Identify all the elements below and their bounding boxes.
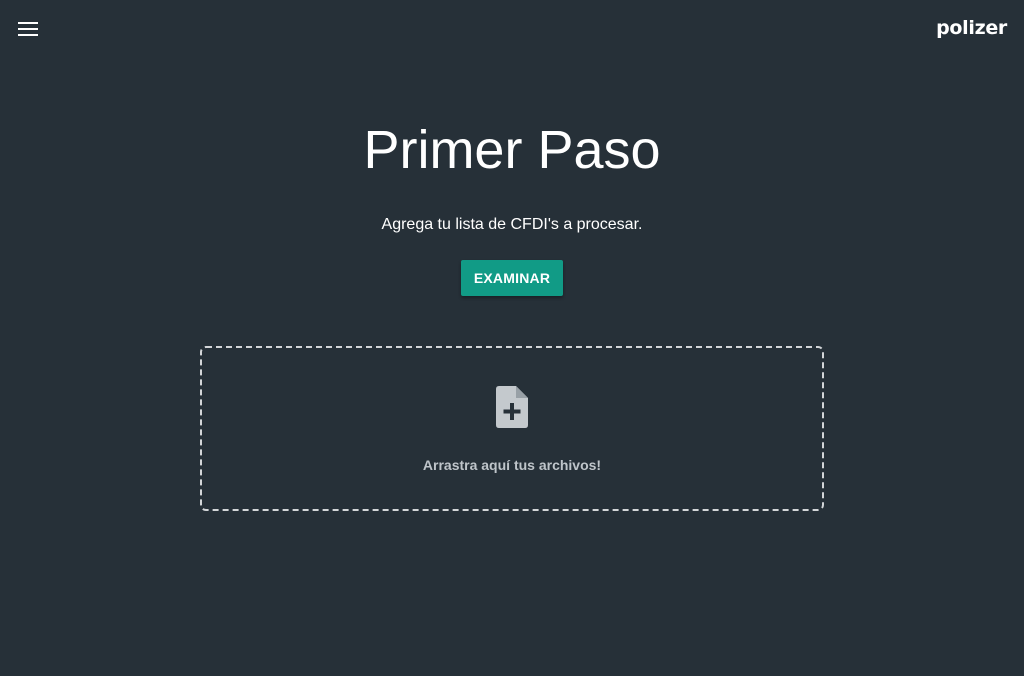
brand-logo: polizer (936, 17, 1007, 39)
file-dropzone[interactable]: Arrastra aquí tus archivos! (200, 346, 824, 511)
dropzone-text: Arrastra aquí tus archivos! (422, 457, 602, 473)
top-bar: polizer (0, 0, 1024, 58)
page-title: Primer Paso (363, 120, 661, 180)
hamburger-menu-icon (18, 22, 38, 36)
file-add-icon (496, 386, 528, 428)
menu-button[interactable] (14, 16, 42, 42)
page-subtitle: Agrega tu lista de CFDI's a procesar. (381, 216, 643, 233)
browse-button[interactable]: EXAMINAR (461, 260, 563, 296)
